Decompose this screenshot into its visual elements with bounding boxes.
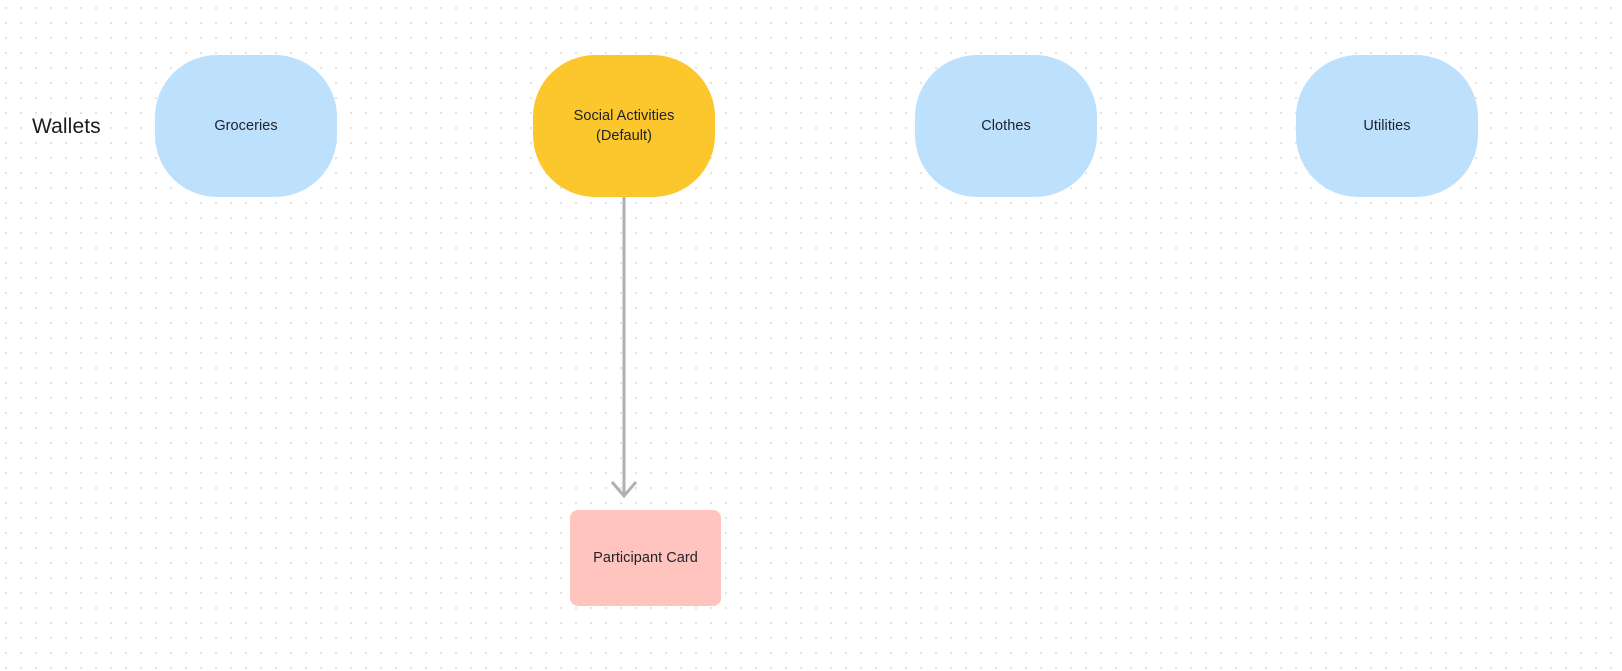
node-utilities[interactable]: Utilities <box>1296 55 1478 197</box>
flow-canvas[interactable]: Wallets Groceries Social Activities (Def… <box>0 0 1622 671</box>
node-participant-card[interactable]: Participant Card <box>570 510 721 606</box>
node-clothes[interactable]: Clothes <box>915 55 1097 197</box>
node-label-groceries: Groceries <box>214 118 278 134</box>
node-label-utilities: Utilities <box>1363 118 1411 134</box>
node-label-social-activities: Social Activities (Default) <box>573 108 675 144</box>
node-label-participant-card: Participant Card <box>593 550 698 566</box>
edge-social-activities-to-participant-card <box>610 197 638 499</box>
node-groceries[interactable]: Groceries <box>155 55 337 197</box>
node-social-activities[interactable]: Social Activities (Default) <box>533 55 715 197</box>
row-label-wallets: Wallets <box>32 115 101 138</box>
arrow-down-icon <box>610 481 638 499</box>
node-label-clothes: Clothes <box>981 118 1031 134</box>
